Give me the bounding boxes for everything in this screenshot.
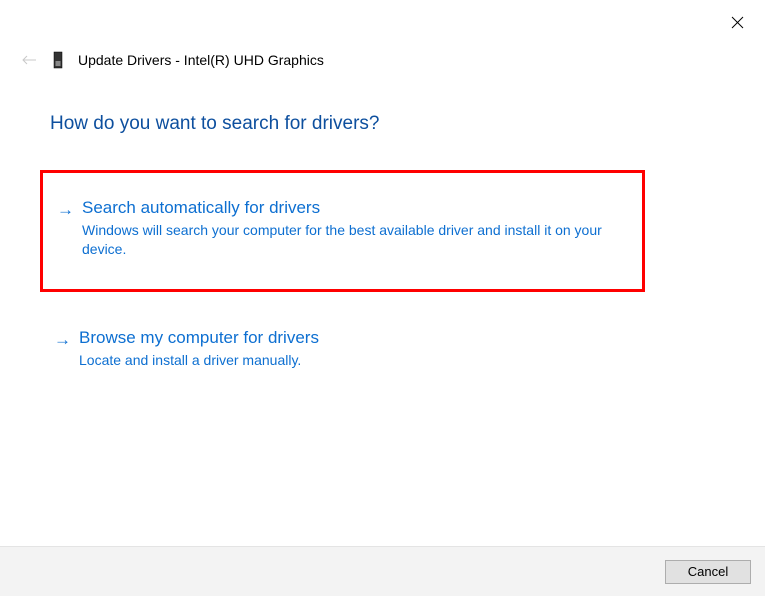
device-icon [50,50,66,70]
option-description: Windows will search your computer for th… [82,221,628,259]
option-title: Search automatically for drivers [82,198,628,218]
arrow-right-icon: → [54,330,71,370]
back-arrow-icon [21,54,37,66]
page-heading: How do you want to search for drivers? [50,113,380,135]
close-button[interactable] [727,12,747,32]
arrow-right-icon: → [57,200,74,259]
option-browse-computer[interactable]: → Browse my computer for drivers Locate … [40,306,645,394]
option-text: Search automatically for drivers Windows… [82,198,628,259]
option-spacer [40,292,645,306]
close-icon [731,16,744,29]
header-row: Update Drivers - Intel(R) UHD Graphics [20,50,324,70]
option-text: Browse my computer for drivers Locate an… [79,328,631,370]
back-button[interactable] [20,51,38,69]
option-title: Browse my computer for drivers [79,328,631,348]
options-area: → Search automatically for drivers Windo… [40,170,645,394]
footer-bar: Cancel [0,546,765,596]
window-title: Update Drivers - Intel(R) UHD Graphics [78,52,324,68]
option-search-automatically[interactable]: → Search automatically for drivers Windo… [40,170,645,292]
option-description: Locate and install a driver manually. [79,351,631,370]
cancel-button[interactable]: Cancel [665,560,751,584]
